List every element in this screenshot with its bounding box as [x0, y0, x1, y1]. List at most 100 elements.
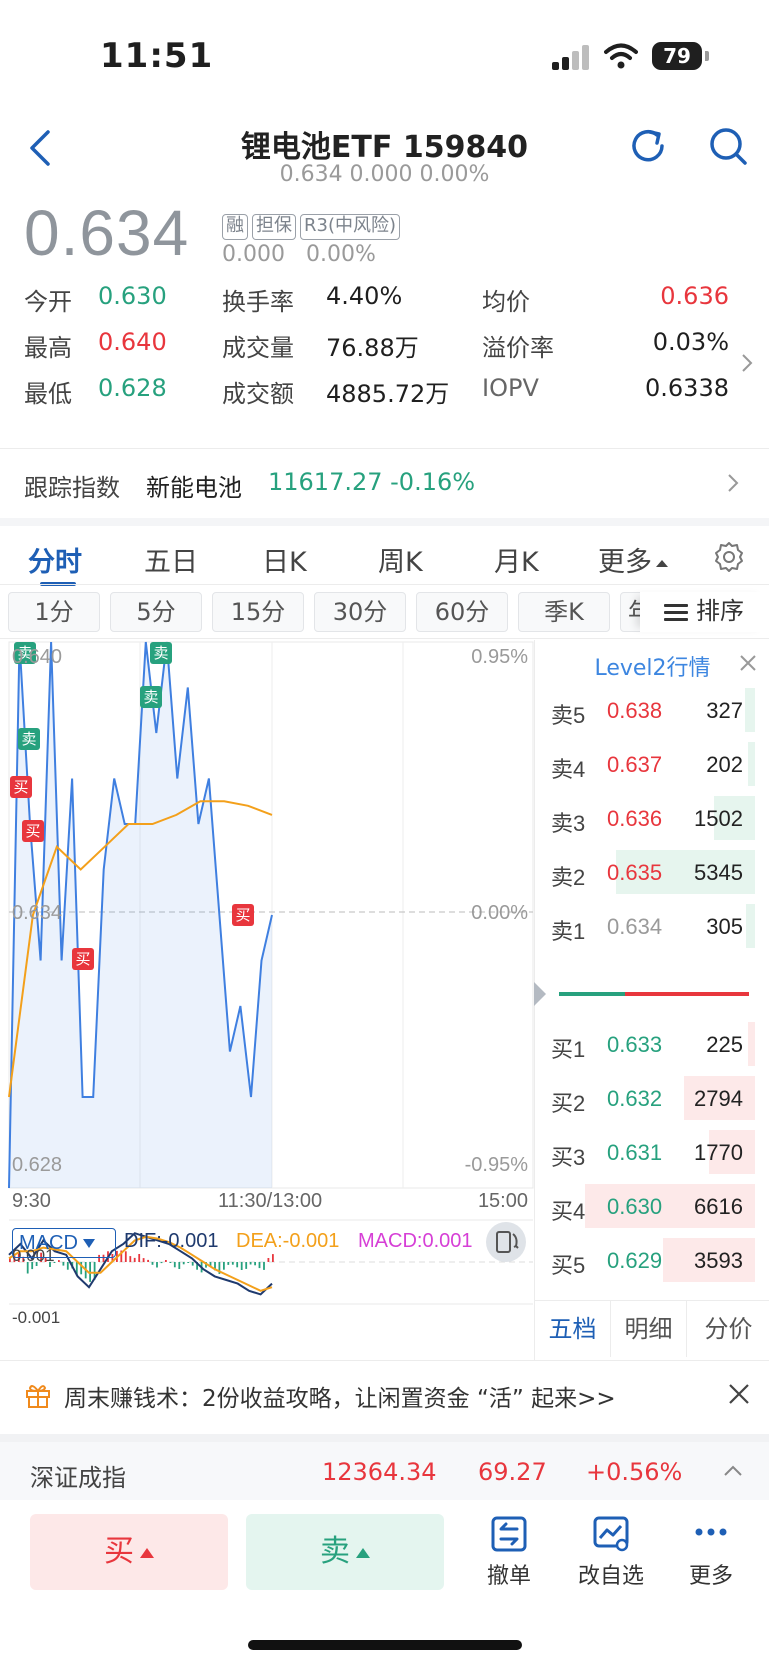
close-icon[interactable] — [726, 1381, 752, 1407]
caret-up-icon — [356, 1547, 370, 1558]
macd-bar — [58, 1260, 60, 1262]
tracking-index-label: 跟踪指数 — [24, 474, 120, 502]
high-label: 最高 — [24, 334, 72, 362]
edit-watchlist-button[interactable]: 改自选 — [566, 1514, 656, 1590]
wifi-icon — [604, 43, 638, 69]
period-1min[interactable]: 1分 — [8, 592, 100, 632]
close-icon[interactable] — [733, 648, 763, 678]
ask-row[interactable]: 卖3 0.636 1502 — [535, 794, 755, 842]
bid-ask-ratio-bar — [559, 992, 749, 996]
macd-bar — [249, 1262, 252, 1265]
tracking-index-name: 新能电池 — [146, 474, 242, 502]
bid-row[interactable]: 买3 0.631 1770 — [535, 1128, 755, 1176]
level-volume: 202 — [706, 752, 743, 777]
buy-marker[interactable]: 买 — [72, 948, 94, 970]
sort-button[interactable]: 排序 — [640, 592, 769, 632]
open-label: 今开 — [24, 288, 72, 316]
promo-text: 周末赚钱术：2份收益攻略，让闲置资金 “活” 起来>> — [64, 1386, 616, 1412]
tab-five-levels[interactable]: 五档 — [535, 1301, 611, 1357]
period-tabs: 1分 5分 15分 30分 60分 季K 年 排序 — [0, 588, 769, 638]
tab-details[interactable]: 明细 — [611, 1301, 687, 1357]
bid-row[interactable]: 买2 0.632 2794 — [535, 1074, 755, 1122]
y-min-label: 0.628 — [12, 1154, 63, 1176]
sell-button[interactable]: 卖 — [246, 1514, 444, 1590]
status-bar: 11:51 79 — [0, 0, 769, 110]
watchlist-icon — [593, 1516, 629, 1552]
price-change: 0.000 0.00% — [222, 242, 376, 267]
sell-marker[interactable]: 卖 — [150, 642, 172, 664]
level-price: 0.637 — [607, 752, 663, 777]
level-volume: 305 — [706, 914, 743, 939]
chevron-right-icon[interactable] — [740, 352, 754, 374]
promo-banner[interactable]: 周末赚钱术：2份收益攻略，让闲置资金 “活” 起来>> — [0, 1360, 769, 1426]
chevron-up-icon[interactable] — [722, 1464, 744, 1478]
level-label: 卖5 — [551, 703, 586, 728]
macd-bar — [231, 1262, 234, 1265]
refresh-icon[interactable] — [626, 124, 670, 168]
cellular-signal-icon — [552, 44, 592, 70]
macd-selector-label: MACD — [19, 1232, 78, 1254]
gear-icon[interactable] — [712, 540, 746, 574]
caret-up-icon — [140, 1547, 154, 1558]
tab-five-day[interactable]: 五日 — [144, 540, 198, 579]
period-5min[interactable]: 5分 — [110, 592, 202, 632]
tracking-index-row[interactable]: 跟踪指数 新能电池 11617.27 -0.16% — [0, 448, 769, 518]
ask-row[interactable]: 卖5 0.638 327 — [535, 686, 755, 734]
level-price: 0.635 — [607, 860, 663, 885]
rotate-screen-button[interactable] — [486, 1222, 526, 1262]
sell-marker[interactable]: 卖 — [140, 686, 162, 708]
y-mid-label: 0.634 — [12, 902, 63, 924]
macd-bar — [254, 1262, 256, 1266]
tab-weekly-k[interactable]: 周K — [378, 540, 423, 579]
avg-value: 0.636 — [660, 282, 729, 310]
tab-daily-k[interactable]: 日K — [262, 540, 307, 579]
ask-row[interactable]: 卖4 0.637 202 — [535, 740, 755, 788]
index-change: 69.27 — [478, 1458, 547, 1486]
ask-row[interactable]: 卖2 0.635 5345 — [535, 848, 755, 896]
last-price: 0.634 — [24, 197, 190, 269]
macd-bar — [66, 1262, 69, 1270]
period-60min[interactable]: 60分 — [416, 592, 508, 632]
cancel-order-button[interactable]: 撤单 — [464, 1514, 554, 1590]
caret-down-icon — [83, 1239, 96, 1249]
macd-bar — [263, 1262, 265, 1270]
more-button[interactable]: 更多 — [666, 1514, 756, 1590]
pct-mid-label: 0.00% — [471, 902, 528, 924]
premium-value: 0.03% — [652, 328, 729, 356]
macd-bar — [187, 1262, 190, 1263]
macd-bottom-label: -0.001 — [12, 1308, 61, 1327]
cancel-order-label: 撤单 — [486, 1564, 531, 1589]
period-quarter-k[interactable]: 季K — [518, 592, 610, 632]
sell-marker[interactable]: 卖 — [18, 728, 40, 750]
search-icon[interactable] — [706, 124, 750, 168]
level-label: 买4 — [551, 1199, 586, 1224]
buy-marker[interactable]: 买 — [22, 820, 44, 842]
bid-row[interactable]: 买4 0.630 6616 — [535, 1182, 755, 1230]
tab-monthly-k[interactable]: 月K — [494, 540, 539, 579]
level-label: 买2 — [551, 1091, 586, 1116]
index-ticker[interactable]: 深证成指 12364.34 69.27 +0.56% — [0, 1434, 769, 1500]
tab-more[interactable]: 更多 — [598, 540, 668, 579]
period-15min[interactable]: 15分 — [212, 592, 304, 632]
collapse-arrow-icon[interactable] — [534, 982, 546, 1006]
buy-marker[interactable]: 买 — [10, 776, 32, 798]
bid-row[interactable]: 买1 0.633 225 — [535, 1020, 755, 1068]
low-label: 最低 — [24, 380, 72, 408]
macd-bar — [182, 1262, 185, 1265]
buy-marker[interactable]: 买 — [232, 904, 254, 926]
tab-price-distribution[interactable]: 分价 — [687, 1301, 769, 1357]
macd-bar — [178, 1262, 181, 1269]
macd-selector[interactable]: MACD — [12, 1228, 116, 1258]
iopv-value: 0.6338 — [645, 374, 729, 402]
level-volume: 1770 — [694, 1140, 743, 1165]
macd-bar — [258, 1262, 261, 1269]
tab-intraday[interactable]: 分时 — [28, 540, 82, 579]
bid-row[interactable]: 买5 0.629 3593 — [535, 1236, 755, 1284]
level-label: 买3 — [551, 1145, 586, 1170]
tag-risk: R3(中风险) — [300, 214, 401, 240]
period-30min[interactable]: 30分 — [314, 592, 406, 632]
amount-value: 4885.72万 — [326, 380, 450, 408]
buy-button[interactable]: 买 — [30, 1514, 228, 1590]
ask-row[interactable]: 卖1 0.634 305 — [535, 902, 755, 950]
turnover-label: 换手率 — [222, 288, 294, 316]
